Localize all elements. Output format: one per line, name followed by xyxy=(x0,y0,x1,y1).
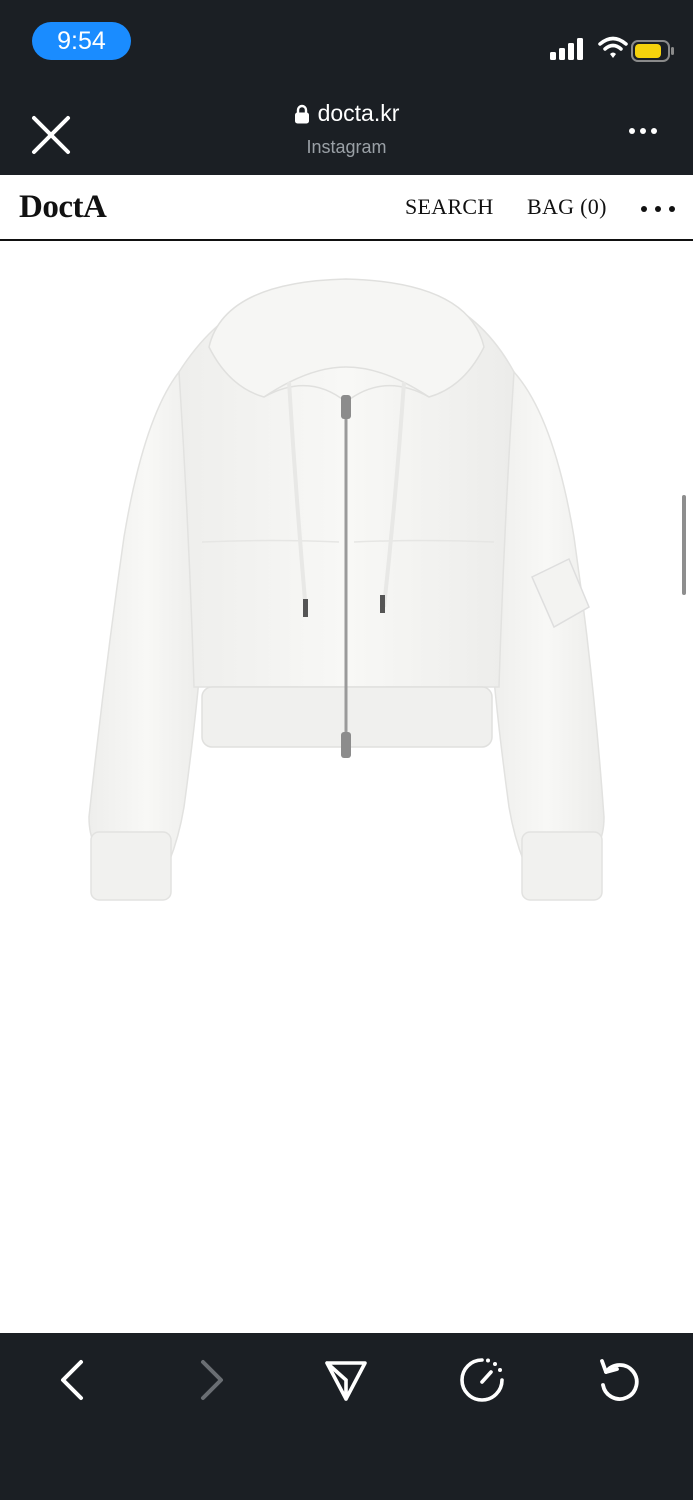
url-block[interactable]: docta.kr Instagram xyxy=(0,100,693,158)
forward-icon[interactable] xyxy=(186,1355,236,1405)
url-text: docta.kr xyxy=(317,100,400,126)
signal-icon xyxy=(550,38,583,60)
wifi-icon xyxy=(598,36,628,58)
bottom-toolbar xyxy=(0,1333,693,1500)
status-bar: 9:54 xyxy=(0,0,693,84)
url-line[interactable]: docta.kr xyxy=(294,100,400,127)
speed-icon[interactable] xyxy=(457,1355,507,1405)
url-subtitle: Instagram xyxy=(306,136,387,157)
product-area xyxy=(0,241,693,1333)
scroll-indicator[interactable] xyxy=(682,495,686,595)
site-nav: DoctA SEARCH BAG (0) xyxy=(0,175,693,241)
status-time: 9:54 xyxy=(32,22,131,60)
site-logo[interactable]: DoctA xyxy=(19,189,107,226)
more-icon[interactable] xyxy=(628,127,658,135)
search-link[interactable]: SEARCH xyxy=(405,194,494,220)
site-menu-icon[interactable] xyxy=(640,205,676,213)
reload-icon[interactable] xyxy=(594,1355,644,1405)
lock-icon xyxy=(294,104,309,123)
bag-link[interactable]: BAG (0) xyxy=(527,194,607,220)
product-image[interactable] xyxy=(84,277,614,907)
battery-icon xyxy=(631,40,674,62)
back-icon[interactable] xyxy=(48,1355,98,1405)
browser-header: docta.kr Instagram xyxy=(0,84,693,175)
share-icon[interactable] xyxy=(321,1355,371,1405)
